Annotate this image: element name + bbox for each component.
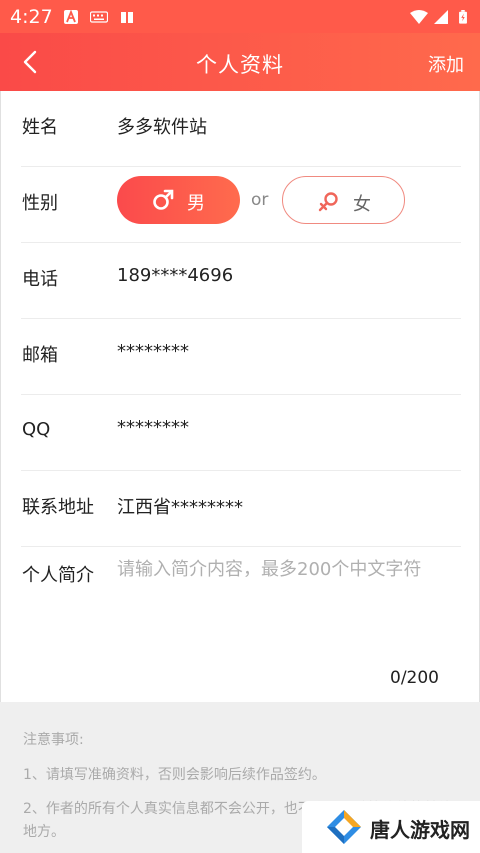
book-icon [121,12,133,23]
name-label: 姓名 [22,117,58,138]
site-logo-icon [327,810,361,844]
phone-row: 电话 189****4696 [1,243,480,319]
email-label: 邮箱 [22,345,58,366]
male-label: 男 [187,193,205,214]
male-button[interactable]: 男 [117,176,240,224]
qq-label: QQ [22,419,51,440]
watermark: 唐人游戏网 [302,801,480,853]
email-field[interactable]: ******** [117,341,189,362]
a-badge-icon [64,10,78,24]
name-row: 姓名 多多软件站 [1,91,480,167]
status-bar: 4:27 [0,0,480,33]
email-row: 邮箱 ******** [1,319,480,395]
name-field[interactable]: 多多软件站 [117,113,207,139]
intro-label: 个人简介 [22,565,94,586]
notes-title: 注意事项: [23,732,84,748]
divider [21,546,461,547]
qq-field[interactable]: ******** [117,417,189,438]
wifi-icon [410,10,428,24]
profile-form: 姓名 多多软件站 性别 男 or 女 电话 189****4696 邮箱 ***… [0,91,480,702]
phone-label: 电话 [22,269,58,290]
female-label: 女 [353,194,371,215]
watermark-text: 唐人游戏网 [370,818,470,842]
add-button[interactable]: 添加 [428,51,464,77]
or-separator: or [251,190,269,210]
intro-textarea[interactable] [117,557,462,667]
app-header: 个人资料 添加 [0,33,480,91]
qq-row: QQ ******** [1,395,480,471]
address-label: 联系地址 [22,497,94,518]
female-symbol-icon [318,192,338,212]
keyboard-icon [90,11,108,23]
phone-field[interactable]: 189****4696 [117,265,233,286]
address-field[interactable]: 江西省******** [117,493,243,519]
status-time: 4:27 [10,6,53,28]
address-row: 联系地址 江西省******** [1,471,480,547]
page-title: 个人资料 [196,53,284,77]
gender-row: 性别 [1,167,480,243]
battery-icon [459,10,467,24]
signal-icon [434,10,448,24]
male-symbol-icon [153,189,174,210]
gender-label: 性别 [22,193,58,214]
notes-item: 1、请填写准确资料，否则会影响后续作品签约。 [23,767,326,783]
char-counter: 0/200 [390,668,439,688]
female-button[interactable]: 女 [282,176,405,224]
